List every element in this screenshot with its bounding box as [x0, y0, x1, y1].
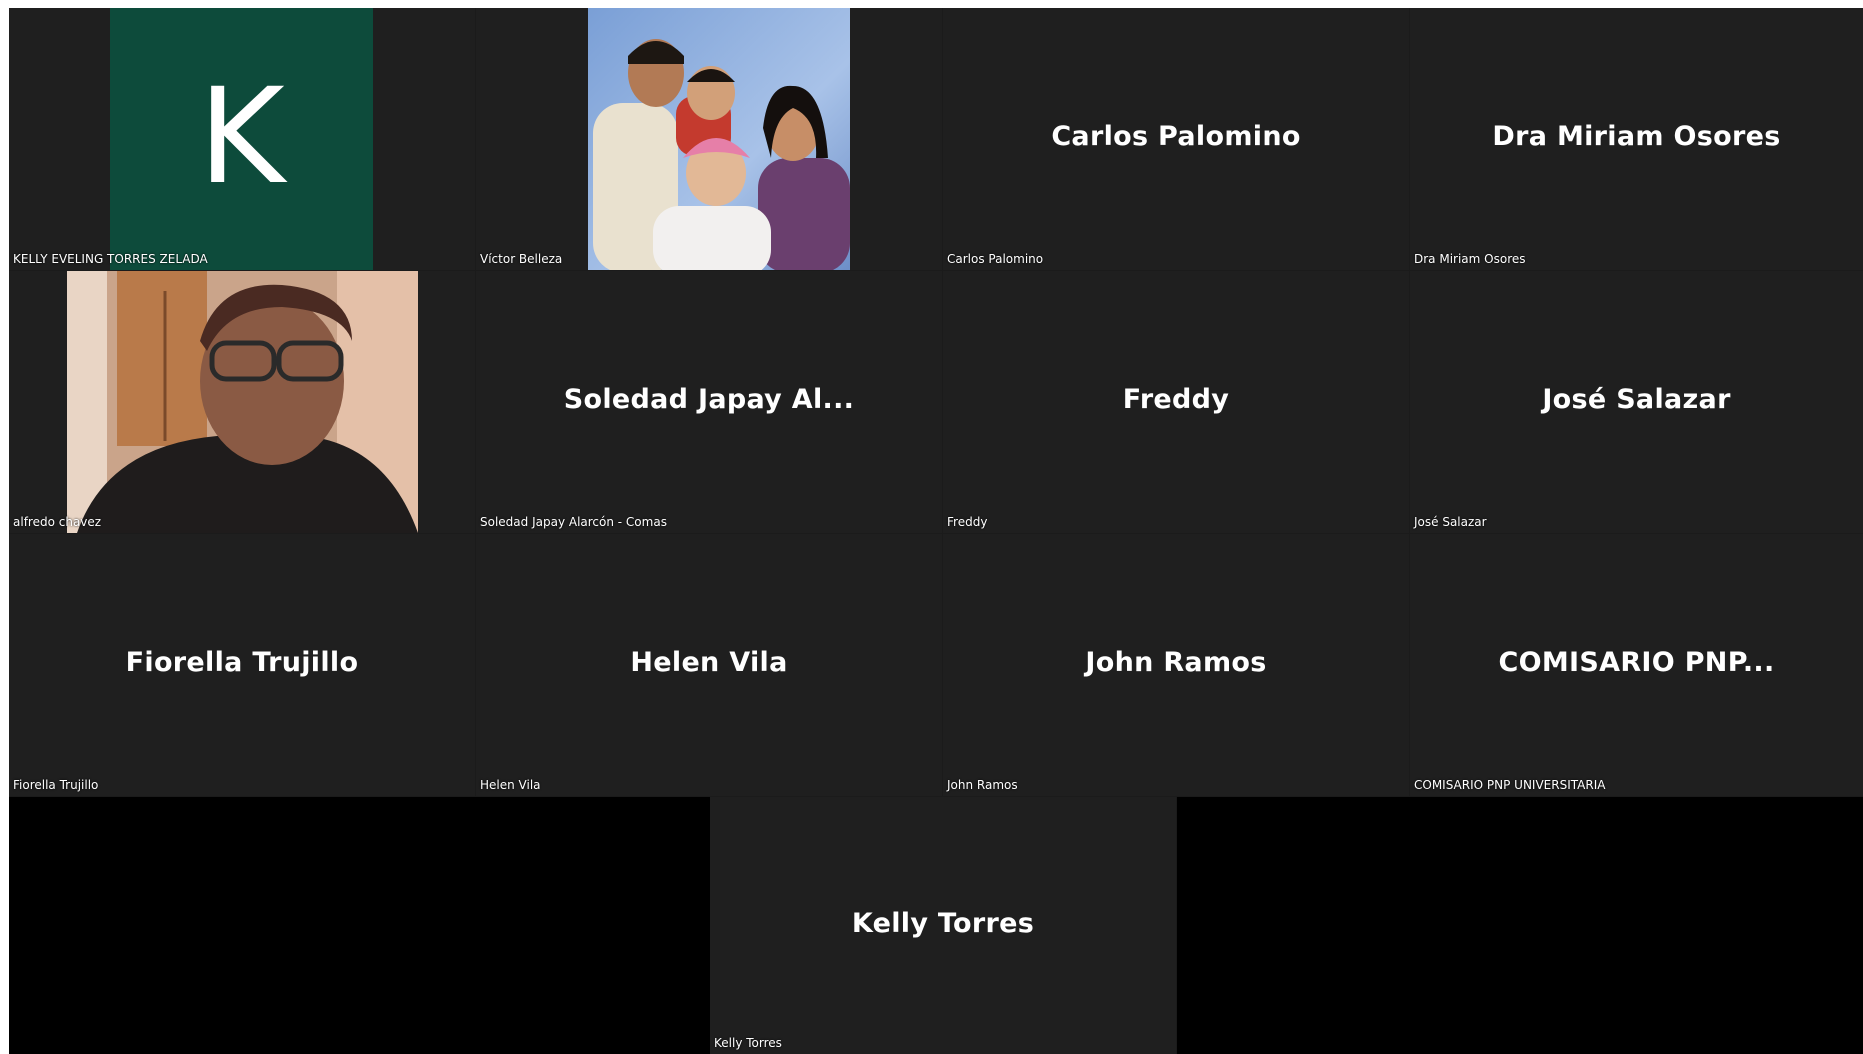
participant-name-label: Dra Miriam Osores — [1414, 252, 1526, 266]
participant-tile-kelly-torres[interactable]: Kelly Torres Kelly Torres — [710, 797, 1176, 1054]
participant-tile-comisario-pnp[interactable]: COMISARIO PNP... COMISARIO PNP UNIVERSIT… — [1410, 534, 1863, 796]
participant-display-name: Carlos Palomino — [1051, 121, 1301, 153]
empty-grid-area-right — [1177, 797, 1863, 1054]
participant-display-name: John Ramos — [1085, 647, 1267, 679]
participant-name-label: alfredo chavez — [13, 515, 102, 529]
participant-name-label: John Ramos — [947, 778, 1018, 792]
participant-grid: K KELLY EVELING TORRES ZELADA Víctor Bel… — [9, 8, 1863, 1054]
participant-name-label: José Salazar — [1414, 515, 1487, 529]
participant-display-name: Kelly Torres — [851, 907, 1035, 939]
participant-display-name: Soledad Japay Al... — [563, 384, 855, 416]
participant-name-label: COMISARIO PNP UNIVERSITARIA — [1414, 778, 1606, 792]
participant-display-name: COMISARIO PNP... — [1498, 647, 1775, 679]
participant-tile-miriam-osores[interactable]: Dra Miriam Osores Dra Miriam Osores — [1410, 8, 1863, 270]
participant-tile-freddy[interactable]: Freddy Freddy — [943, 271, 1409, 533]
participant-display-name: Fiorella Trujillo — [125, 647, 359, 679]
avatar-letter: K — [198, 60, 285, 214]
participant-display-name: Freddy — [1122, 384, 1230, 416]
participant-name-label: Freddy — [947, 515, 988, 529]
participant-tile-kelly-eveling[interactable]: K KELLY EVELING TORRES ZELADA — [9, 8, 475, 270]
meeting-window: K KELLY EVELING TORRES ZELADA Víctor Bel… — [0, 0, 1863, 1054]
participant-tile-victor-belleza[interactable]: Víctor Belleza — [476, 8, 942, 270]
participant-name-label: Víctor Belleza — [480, 252, 563, 266]
participant-tile-helen-vila[interactable]: Helen Vila Helen Vila — [476, 534, 942, 796]
participant-tile-carlos-palomino[interactable]: Carlos Palomino Carlos Palomino — [943, 8, 1409, 270]
participant-name-label: KELLY EVELING TORRES ZELADA — [13, 252, 208, 266]
participant-display-name: José Salazar — [1542, 384, 1731, 416]
participant-photo — [588, 8, 850, 270]
participant-name-label: Soledad Japay Alarcón - Comas — [480, 515, 667, 529]
participant-name-label: Kelly Torres — [714, 1036, 782, 1050]
participant-name-label: Fiorella Trujillo — [13, 778, 99, 792]
webcam-video-image — [67, 271, 418, 533]
empty-grid-area-left — [9, 797, 710, 1054]
family-photo-image — [588, 8, 850, 270]
participant-tile-soledad-japay[interactable]: Soledad Japay Al... Soledad Japay Alarcó… — [476, 271, 942, 533]
participant-tile-alfredo-chavez[interactable]: alfredo chavez — [9, 271, 475, 533]
avatar: K — [110, 8, 373, 270]
participant-video — [67, 271, 418, 533]
participant-display-name: Helen Vila — [630, 647, 788, 679]
participant-tile-jose-salazar[interactable]: José Salazar José Salazar — [1410, 271, 1863, 533]
participant-name-label: Helen Vila — [480, 778, 541, 792]
participant-tile-john-ramos[interactable]: John Ramos John Ramos — [943, 534, 1409, 796]
participant-display-name: Dra Miriam Osores — [1492, 121, 1781, 153]
participant-name-label: Carlos Palomino — [947, 252, 1044, 266]
participant-tile-fiorella-trujillo[interactable]: Fiorella Trujillo Fiorella Trujillo — [9, 534, 475, 796]
